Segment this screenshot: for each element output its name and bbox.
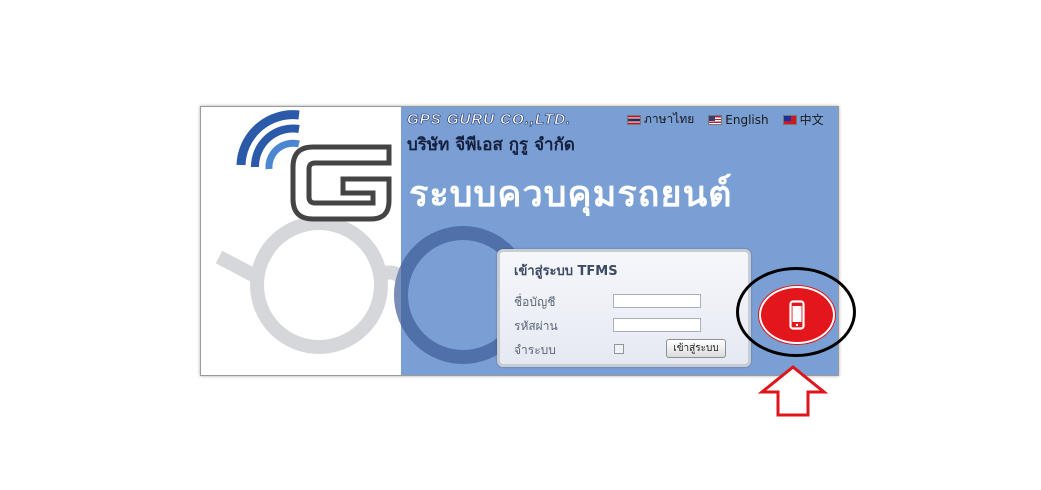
username-label: ชื่อบัญชี: [514, 295, 556, 309]
gps-guru-logo: [236, 110, 392, 222]
password-input[interactable]: [613, 318, 701, 332]
pointer-arrow-icon: [758, 365, 828, 417]
language-english[interactable]: English: [708, 110, 769, 129]
mobile-phone-icon: [789, 300, 805, 330]
language-bar: ภาษาไทย English 中文: [627, 110, 824, 129]
language-label: 中文: [799, 113, 824, 127]
login-form: เข้าสู่ระบบ TFMS ชื่อบัญชี รหัสผ่าน จำระ…: [497, 249, 751, 367]
language-label: ภาษาไทย: [644, 112, 695, 126]
language-thai[interactable]: ภาษาไทย: [627, 110, 694, 129]
company-name-en: GPS GURU CO.,LTD.: [407, 111, 572, 129]
login-button[interactable]: เข้าสู่ระบบ: [666, 339, 726, 358]
system-title: ระบบควบคุมรถยนต์: [409, 174, 733, 215]
flag-thailand-icon: [627, 114, 641, 125]
remember-label: จำระบบ: [514, 343, 556, 357]
flag-usa-icon: [708, 114, 723, 125]
flag-taiwan-icon: [782, 114, 797, 125]
company-name-th: บริษัท จีพีเอส กูรู จำกัด: [407, 135, 575, 155]
language-label: English: [725, 112, 769, 127]
login-panel: GPS GURU CO.,LTD. บริษัท จีพีเอส กูรู จำ…: [200, 106, 839, 376]
mobile-app-button[interactable]: [759, 286, 835, 344]
remember-checkbox[interactable]: [614, 344, 624, 354]
language-chinese[interactable]: 中文: [782, 110, 824, 129]
password-label: รหัสผ่าน: [514, 319, 558, 333]
username-input[interactable]: [613, 294, 701, 308]
login-title: เข้าสู่ระบบ TFMS: [514, 264, 618, 279]
